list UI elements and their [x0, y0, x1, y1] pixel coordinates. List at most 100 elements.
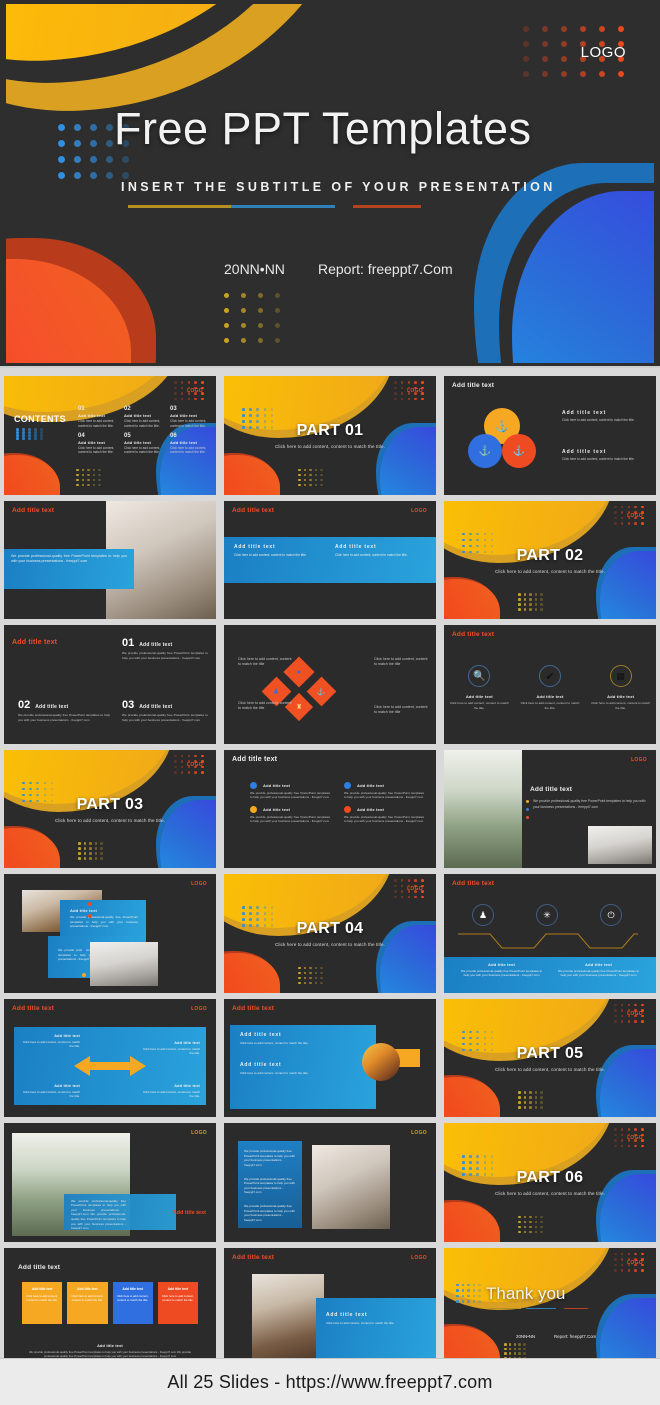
- photo-circle: [362, 1042, 400, 1081]
- slide-part-01[interactable]: LOGO PART 01 Click here to add content, …: [224, 376, 436, 495]
- slide-part-06[interactable]: LOGO PART 06 Click here to add content, …: [444, 1123, 656, 1242]
- red-shape: [224, 454, 280, 495]
- ring-item[interactable]: 🔍 Add title text Click here to add conte…: [449, 665, 509, 710]
- block-body: Click here to add content, content to ma…: [240, 1040, 309, 1045]
- photo-office: [90, 942, 158, 986]
- thumbnail-cell[interactable]: LOGO PART 04 Click here to add content, …: [220, 871, 440, 996]
- slide-contents[interactable]: LOGO CONTENTS 01 Add title text Click he…: [4, 376, 216, 495]
- slide-blue-panel-circle-photo[interactable]: Add title text Add title text Click here…: [224, 998, 436, 1117]
- thumbnail-cell[interactable]: Add title text 🔍 Add title text Click he…: [440, 622, 660, 747]
- slide-laptop-photo-caption[interactable]: Add title text We provide professional-q…: [4, 500, 216, 619]
- template-preview-page: LOGO Free PPT Templates INSERT THE SUBTI…: [0, 0, 660, 1405]
- ring-item[interactable]: ▦ Add title text Click here to add conte…: [591, 665, 651, 710]
- contents-item[interactable]: 03 Add title text Click here to add cont…: [170, 406, 210, 429]
- slide-title: Add title text: [232, 506, 275, 514]
- slide-photo-left-bullets[interactable]: LOGO Add title text We provide professio…: [444, 749, 656, 868]
- thumbnail-cell[interactable]: Add title text Add title text We provide…: [220, 747, 440, 872]
- thumbnail-cell[interactable]: LOGO PART 05 Click here to add content, …: [440, 996, 660, 1121]
- contents-item[interactable]: 01 Add title text Click here to add cont…: [78, 406, 118, 429]
- thumbnail-cell[interactable]: LOGO Thank you 20NN•NN Report: freeppt7.…: [440, 1245, 660, 1370]
- color-card[interactable]: Add title text Click here to add content…: [67, 1281, 108, 1324]
- bullet-dot-icon: [88, 914, 92, 918]
- slide-part-02[interactable]: LOGO PART 02 Click here to add content, …: [444, 500, 656, 619]
- slide-timeline-icons[interactable]: Add title text ♟ ✳ ⏻ Add title text We p…: [444, 874, 656, 993]
- hero-slide[interactable]: LOGO Free PPT Templates INSERT THE SUBTI…: [0, 0, 660, 368]
- power-icon-ring: ⏻: [600, 904, 622, 926]
- thumbnail-cell[interactable]: LOGO PART 03 Click here to add content, …: [0, 747, 220, 872]
- slide-three-icon-rings[interactable]: Add title text 🔍 Add title text Click he…: [444, 625, 656, 744]
- thumbnail-cell[interactable]: LOGO PART 01 Click here to add content, …: [220, 373, 440, 498]
- card-label: Add title text: [31, 1286, 53, 1291]
- caption-body: We provide professional-quality free Pow…: [71, 1198, 126, 1231]
- block-label: Add title text: [240, 1031, 282, 1038]
- content-panel: Add title text Click here to add content…: [230, 1024, 376, 1109]
- thumbnail-cell[interactable]: Add title text Add title text Click here…: [0, 1245, 220, 1370]
- slide-thank-you[interactable]: LOGO Thank you 20NN•NN Report: freeppt7.…: [444, 1247, 656, 1366]
- footer-label: Add title text: [97, 1343, 123, 1348]
- hero-subtitle: INSERT THE SUBTITLE OF YOUR PRESENTATION: [121, 180, 556, 194]
- slide-four-color-cards[interactable]: Add title text Add title text Click here…: [4, 1247, 216, 1366]
- thumbnail-cell[interactable]: Add title text 01 Add title text We prov…: [0, 622, 220, 747]
- thumbnail-cell[interactable]: Add title text LOGO Add title text Click…: [220, 498, 440, 623]
- thumbnail-cell[interactable]: Add title text LOGO Add title text Click…: [0, 996, 220, 1121]
- color-card[interactable]: Add title text Click here to add content…: [22, 1281, 63, 1324]
- grid-icon: ▦: [616, 670, 625, 681]
- item-number: 01: [122, 637, 135, 649]
- thumbnail-cell[interactable]: LOGO PART 06 Click here to add content, …: [440, 1120, 660, 1245]
- thank-you-report: Report: freeppt7.Com: [554, 1333, 597, 1339]
- ring-item[interactable]: ✔ Add title text Click here to add conte…: [520, 665, 580, 710]
- slide-numbered-three[interactable]: Add title text 01 Add title text We prov…: [4, 625, 216, 744]
- thumbnail-cell[interactable]: LOGO PART 02 Click here to add content, …: [440, 498, 660, 623]
- contents-item[interactable]: 02 Add title text Click here to add cont…: [124, 406, 164, 429]
- slide-two-column-blue[interactable]: Add title text LOGO Add title text Click…: [224, 500, 436, 619]
- thumbnail-cell[interactable]: Add title text LOGO Add title text Click…: [220, 1245, 440, 1370]
- thumbnail-cell[interactable]: Add title text ⚓ ⚓ ⚓ Add title text Clic…: [440, 373, 660, 498]
- thumbnail-cell[interactable]: ● ♟ ⚓ ♜ Click here to add content, conte…: [220, 622, 440, 747]
- item-label: Add title text: [124, 439, 152, 445]
- slide-photo-caption-overlay[interactable]: LOGO We provide professional-quality fre…: [4, 1123, 216, 1242]
- thumbnail-cell[interactable]: LOGO We provide professional-quality fre…: [220, 1120, 440, 1245]
- slide-part-04[interactable]: LOGO PART 04 Click here to add content, …: [224, 874, 436, 993]
- slide-logo: LOGO: [631, 756, 647, 763]
- part-subtitle: Click here to add content, content to ma…: [494, 1191, 606, 1196]
- contents-item[interactable]: 06 Add title text Click here to add cont…: [170, 433, 210, 456]
- card-body: Click here to add content, content to ma…: [71, 1293, 104, 1302]
- slide-four-bullet-grid[interactable]: Add title text Add title text We provide…: [224, 749, 436, 868]
- slide-thumbnail-grid: LOGO CONTENTS 01 Add title text Click he…: [0, 373, 660, 1366]
- anchor-icon: ⚓: [495, 420, 509, 433]
- quad-body: Click here to add content, content to ma…: [22, 1039, 80, 1049]
- slide-overlap-photo-cards[interactable]: LOGO Add title text We provide professio…: [4, 874, 216, 993]
- color-card[interactable]: Add title text Click here to add content…: [112, 1281, 153, 1324]
- thumbnail-cell[interactable]: LOGO We provide professional-quality fre…: [0, 1120, 220, 1245]
- slide-part-05[interactable]: LOGO PART 05 Click here to add content, …: [444, 998, 656, 1117]
- slide-logo: LOGO: [191, 1130, 207, 1136]
- slide-double-arrow-quad[interactable]: Add title text LOGO Add title text Click…: [4, 998, 216, 1117]
- slide-venn-anchors[interactable]: Add title text ⚓ ⚓ ⚓ Add title text Clic…: [444, 376, 656, 495]
- slide-blue-text-photo[interactable]: LOGO We provide professional-quality fre…: [224, 1123, 436, 1242]
- slide-part-03[interactable]: LOGO PART 03 Click here to add content, …: [4, 749, 216, 868]
- thumbnail-cell[interactable]: Add title text ♟ ✳ ⏻ Add title text We p…: [440, 871, 660, 996]
- slide-diamond-cluster[interactable]: ● ♟ ⚓ ♜ Click here to add content, conte…: [224, 625, 436, 744]
- slide-logo: LOGO: [627, 1010, 643, 1017]
- thumbnail-cell[interactable]: LOGO Add title text We provide professio…: [440, 747, 660, 872]
- quad-block: Add title text Click here to add content…: [22, 1084, 80, 1099]
- thumbnail-cell[interactable]: Add title text Add title text Click here…: [220, 996, 440, 1121]
- contents-item[interactable]: 04 Add title text Click here to add cont…: [78, 433, 118, 456]
- footer-bar: All 25 Slides - https://www.freeppt7.com: [0, 1358, 660, 1405]
- accent-rule-red: [564, 1307, 588, 1309]
- thumbnail-cell[interactable]: LOGO CONTENTS 01 Add title text Click he…: [0, 373, 220, 498]
- quad-label: Add title text: [174, 1040, 200, 1045]
- user-icon-ring: ♟: [472, 904, 494, 926]
- thumbnail-cell[interactable]: LOGO Add title text We provide professio…: [0, 871, 220, 996]
- quad-block: Add title text Click here to add content…: [22, 1034, 80, 1049]
- slide-photo-right-panel[interactable]: Add title text LOGO Add title text Click…: [224, 1247, 436, 1366]
- panel-block: Add title text We provide professional-q…: [555, 962, 642, 978]
- quad-block: Add title text Click here to add content…: [142, 1084, 200, 1099]
- color-card[interactable]: Add title text Click here to add content…: [157, 1281, 198, 1324]
- bullet-item: Add title text We provide professional-q…: [344, 781, 424, 800]
- person-icon: ♟: [273, 688, 280, 696]
- contents-item[interactable]: 05 Add title text Click here to add cont…: [124, 433, 164, 456]
- thumbnail-cell[interactable]: Add title text We provide professional-q…: [0, 498, 220, 623]
- part-heading: PART 01: [296, 422, 364, 439]
- paragraph: We provide professional-quality free Pow…: [244, 1176, 295, 1195]
